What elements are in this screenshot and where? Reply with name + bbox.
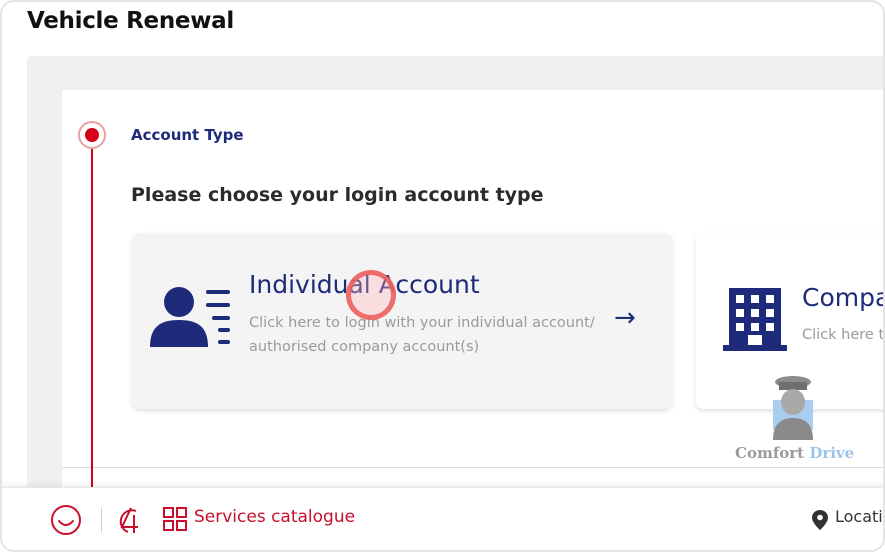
step-label-account-type: Account Type bbox=[131, 126, 244, 144]
chauffeur-logo-icon bbox=[773, 376, 813, 440]
grid-icon[interactable] bbox=[163, 507, 187, 531]
watermark-word-comfort: Comfort bbox=[735, 444, 805, 462]
watermark-text: Comfort Drive bbox=[735, 444, 855, 462]
location-pin-icon[interactable] bbox=[812, 510, 828, 530]
location-link[interactable]: Locatio bbox=[835, 507, 883, 526]
building-icon bbox=[723, 288, 787, 351]
stepper-line bbox=[91, 149, 93, 489]
company-account-title: Compa bbox=[802, 283, 885, 312]
individual-account-card[interactable]: Individual Account Click here to login w… bbox=[132, 233, 672, 409]
app-window: Vehicle Renewal Account Type Please choo… bbox=[0, 0, 885, 552]
bottom-bar-separator bbox=[101, 507, 102, 533]
company-account-desc: Click here to bbox=[802, 327, 885, 343]
smile-icon[interactable] bbox=[50, 504, 82, 536]
arrow-right-icon[interactable]: → bbox=[614, 305, 636, 331]
click-indicator bbox=[346, 270, 396, 320]
page-title: Vehicle Renewal bbox=[27, 8, 234, 34]
services-catalogue-link[interactable]: Services catalogue bbox=[194, 507, 355, 527]
user-list-icon bbox=[150, 287, 230, 347]
watermark: Comfort Drive bbox=[735, 374, 855, 466]
watermark-word-drive: Drive bbox=[809, 444, 855, 462]
individual-account-desc-line2: authorised company account(s) bbox=[249, 339, 480, 355]
individual-account-desc-line1: Click here to login with your individual… bbox=[249, 315, 595, 331]
ai-chat-icon[interactable] bbox=[114, 505, 146, 535]
section-heading: Please choose your login account type bbox=[131, 184, 544, 206]
step-active-dot bbox=[85, 128, 99, 142]
panel-divider bbox=[62, 467, 883, 468]
